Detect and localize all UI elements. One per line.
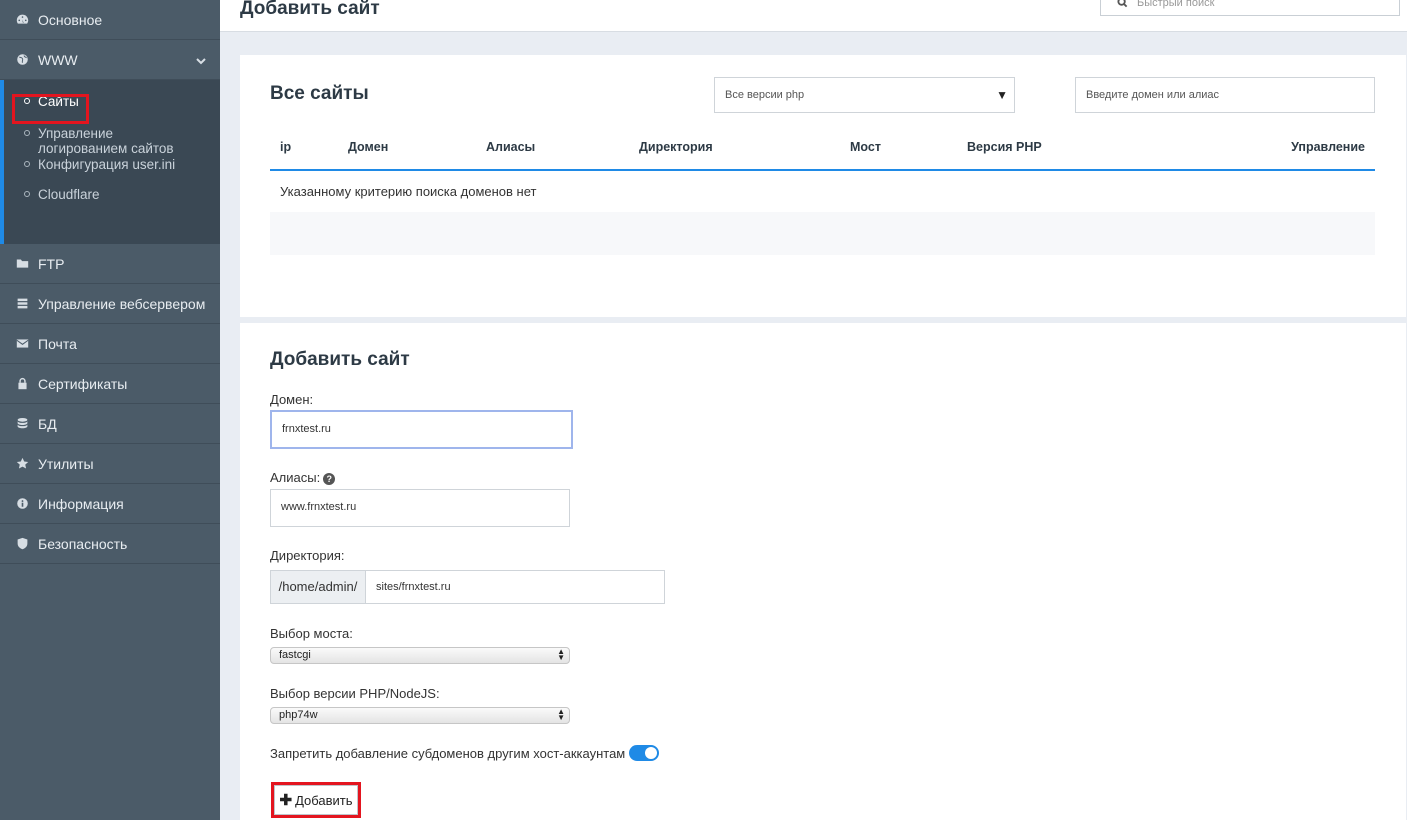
nav-item-label: Информация <box>38 495 124 512</box>
nav-item-mail[interactable]: Почта <box>0 324 220 364</box>
php-filter-value: Все версии php <box>725 89 805 101</box>
nav-item-label: Утилиты <box>38 455 94 472</box>
globe-icon <box>14 52 30 68</box>
nav-item-label: Сертификаты <box>38 375 128 392</box>
caret-down-icon: ▼ <box>996 88 1008 102</box>
php-version-filter[interactable]: Все версии php ▼ <box>714 77 1015 113</box>
nav-item-label: WWW <box>38 51 78 68</box>
submenu-item-label: Управление логированием сайтов <box>38 126 174 156</box>
bridge-select[interactable]: fastcgi ▲ ▼ <box>270 647 570 664</box>
shield-icon <box>14 536 30 552</box>
domain-input-value: frnxtest.ru <box>282 423 331 435</box>
sites-table-header: ip Домен Алиасы Директория Мост Версия P… <box>270 133 1375 171</box>
nav-item-label: Безопасность <box>38 535 128 552</box>
nav-item-db[interactable]: БД <box>0 404 220 444</box>
add-button-label: Добавить <box>295 792 353 808</box>
all-sites-panel: Все сайты Все версии php ▼ Введите домен… <box>240 55 1406 317</box>
plus-icon: ✚ <box>279 792 293 809</box>
chevron-down-icon[interactable] <box>196 53 208 65</box>
empty-table-message: Указанному критерию поиска доменов нет <box>280 184 537 199</box>
php-version-label: Выбор версии PHP/NodeJS: <box>270 686 440 701</box>
aliases-textarea-value: www.frnxtest.ru <box>281 501 357 513</box>
column-header-domain[interactable]: Домен <box>348 140 388 154</box>
search-icon <box>1117 0 1128 13</box>
question-circle-icon[interactable]: ? <box>323 472 336 485</box>
php-version-select-value: php74w <box>279 709 318 721</box>
submenu-item-logging[interactable]: Управление логированием сайтов <box>4 126 204 157</box>
domain-filter-placeholder: Введите домен или алиас <box>1086 89 1219 101</box>
domain-input[interactable]: frnxtest.ru <box>270 410 573 449</box>
add-site-title: Добавить сайт <box>270 349 410 370</box>
info-icon <box>14 496 30 512</box>
nav-item-certificates[interactable]: Сертификаты <box>0 364 220 404</box>
directory-input[interactable]: sites/frnxtest.ru <box>365 570 665 604</box>
folder-icon <box>14 256 30 272</box>
column-header-manage: Управление <box>1291 140 1365 154</box>
add-site-panel: Добавить сайт Домен: frnxtest.ru Алиасы:… <box>240 323 1406 820</box>
subdomain-restriction-label: Запретить добавление субдоменов другим х… <box>270 746 626 761</box>
nav-item-security[interactable]: Безопасность <box>0 524 220 564</box>
submenu-item-userini[interactable]: Конфигурация user.ini <box>4 157 220 187</box>
directory-label: Директория: <box>270 548 345 563</box>
server-icon <box>14 296 30 312</box>
bridge-select-value: fastcgi <box>279 649 311 661</box>
nav-item-www[interactable]: WWW <box>0 40 220 80</box>
column-header-directory[interactable]: Директория <box>639 140 713 154</box>
nav-item-label: БД <box>38 415 57 432</box>
subdomain-restriction-toggle[interactable] <box>629 745 659 761</box>
directory-input-value: sites/frnxtest.ru <box>376 581 451 593</box>
quick-search-input[interactable]: Быстрый поиск <box>1100 0 1400 16</box>
nav-item-label: Основное <box>38 11 103 28</box>
circle-icon <box>24 191 30 197</box>
bridge-label: Выбор моста: <box>270 626 353 641</box>
nav-item-main[interactable]: Основное <box>0 0 220 40</box>
domain-filter-input[interactable]: Введите домен или алиас <box>1075 77 1375 113</box>
envelope-icon <box>14 336 30 352</box>
circle-icon <box>24 161 30 167</box>
dashboard-icon <box>14 12 30 28</box>
column-header-php-version[interactable]: Версия PHP <box>967 140 1042 154</box>
directory-prefix: /home/admin/ <box>270 570 366 604</box>
updown-arrows-icon: ▲ ▼ <box>557 707 565 722</box>
table-row <box>270 212 1375 255</box>
nav-item-ftp[interactable]: FTP <box>0 244 220 284</box>
updown-arrows-icon: ▲ ▼ <box>557 647 565 662</box>
submenu-item-cloudflare[interactable]: Cloudflare <box>4 187 220 211</box>
star-icon <box>14 456 30 472</box>
php-version-select[interactable]: php74w ▲ ▼ <box>270 707 570 724</box>
database-icon <box>14 416 30 432</box>
circle-icon <box>24 130 30 136</box>
column-header-ip[interactable]: ip <box>280 140 291 154</box>
nav-item-label: Почта <box>38 335 77 352</box>
column-header-aliases[interactable]: Алиасы <box>486 140 535 154</box>
nav-item-label: Управление вебсервером <box>38 295 206 312</box>
submenu-item-label: Cloudflare <box>38 187 100 202</box>
all-sites-title: Все сайты <box>270 83 369 104</box>
highlight-box <box>12 94 89 124</box>
add-site-button[interactable]: ✚ Добавить <box>274 785 358 815</box>
quick-search-placeholder: Быстрый поиск <box>1137 0 1215 9</box>
submenu-item-label: Конфигурация user.ini <box>38 157 176 172</box>
lock-icon <box>14 376 30 392</box>
column-header-bridge[interactable]: Мост <box>850 140 881 154</box>
aliases-textarea[interactable]: www.frnxtest.ru <box>270 489 570 527</box>
aliases-label: Алиасы:? <box>270 470 336 485</box>
nav-item-label: FTP <box>38 255 65 272</box>
nav-item-info[interactable]: Информация <box>0 484 220 524</box>
toggle-knob <box>645 747 657 759</box>
nav-item-utilities[interactable]: Утилиты <box>0 444 220 484</box>
aliases-label-text: Алиасы: <box>270 470 321 485</box>
domain-label: Домен: <box>270 392 314 407</box>
top-header: Добавить сайт Быстрый поиск <box>220 0 1407 32</box>
nav-item-webserver[interactable]: Управление вебсервером <box>0 284 220 324</box>
page-title: Добавить сайт <box>240 0 380 19</box>
sidebar: Основное WWW Сайты Управление логировани… <box>0 0 220 820</box>
